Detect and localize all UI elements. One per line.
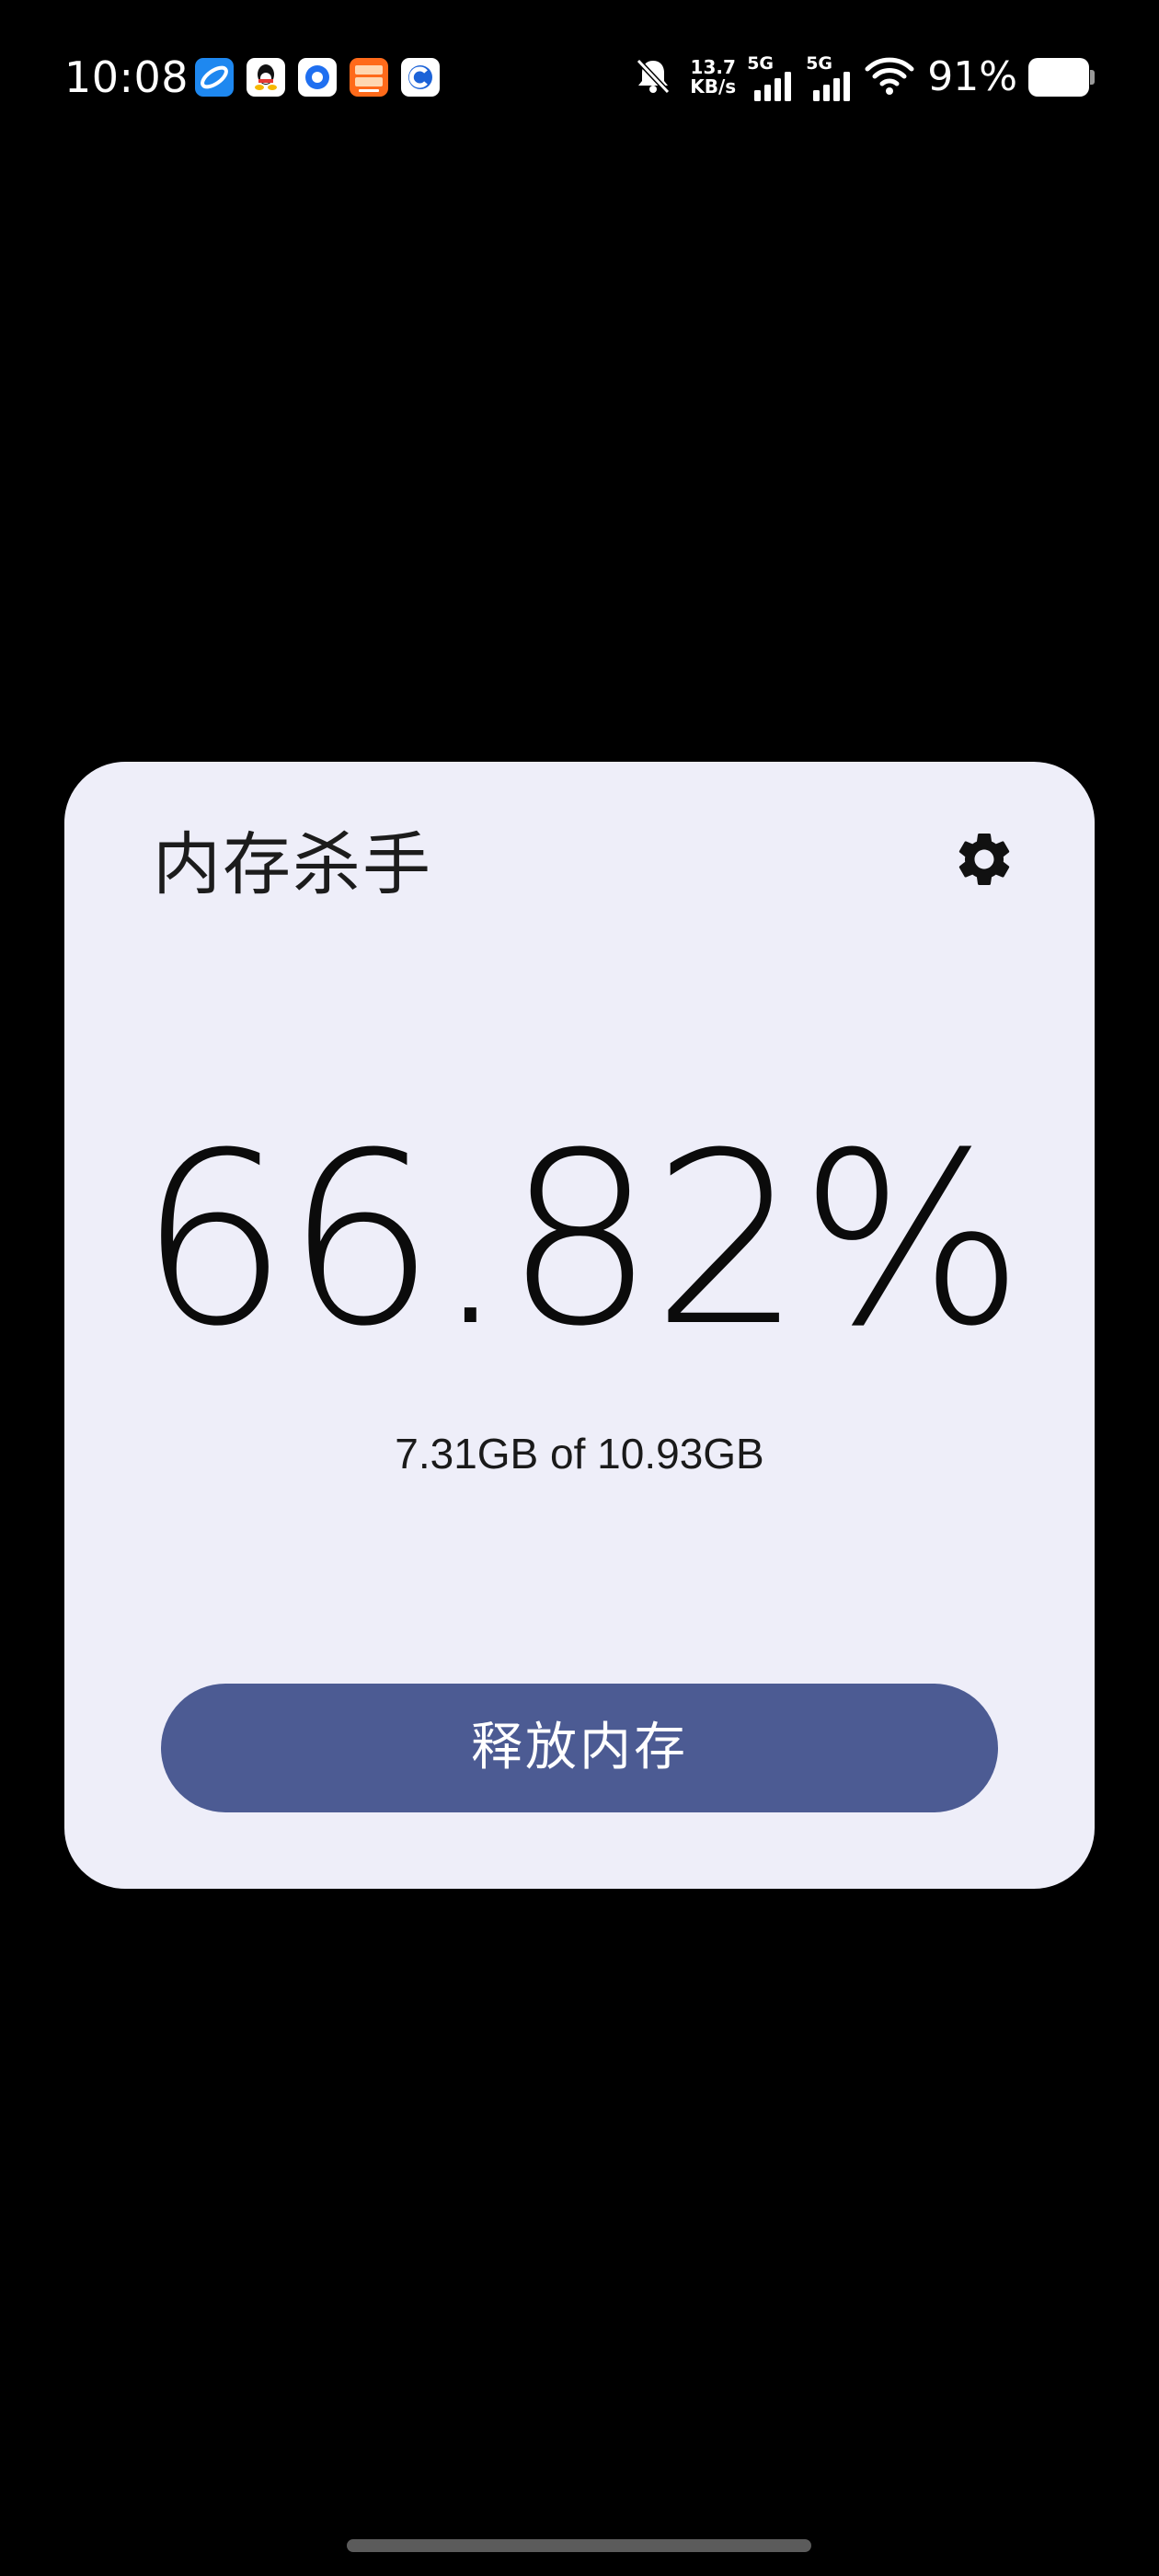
notification-icons <box>195 58 440 97</box>
widget-title: 内存杀手 <box>153 825 432 904</box>
sim1-signal: 5G <box>747 53 795 101</box>
battery-icon <box>1028 58 1095 97</box>
circle-app-icon <box>298 58 337 97</box>
sim2-signal: 5G <box>806 53 854 101</box>
browser-app-icon <box>195 58 234 97</box>
home-screen: 10:08 13.7 KB/s 5G 5G 91% 内存杀手 66.82% 7.… <box>0 0 1159 2576</box>
status-right: 13.7 KB/s 5G 5G 91% <box>633 53 1095 101</box>
taobao-flash-app-icon <box>350 58 388 97</box>
memory-usage-detail: 7.31GB of 10.93GB <box>395 1430 764 1478</box>
net-speed-unit: KB/s <box>690 75 737 98</box>
c-app-icon <box>401 58 440 97</box>
home-indicator[interactable] <box>347 2539 811 2552</box>
free-memory-button[interactable]: 释放内存 <box>161 1684 998 1812</box>
bell-off-icon <box>633 55 673 99</box>
settings-button[interactable] <box>949 826 1019 896</box>
signal-bars-icon <box>754 72 792 101</box>
status-bar: 10:08 13.7 KB/s 5G 5G 91% <box>0 0 1159 156</box>
net-speed-value: 13.7 <box>690 56 736 78</box>
sim1-label: 5G <box>747 53 775 74</box>
sim2-label: 5G <box>806 53 833 74</box>
battery-percent: 91% <box>927 53 1017 100</box>
signal-bars-icon <box>813 72 851 101</box>
net-speed: 13.7 KB/s <box>690 58 736 97</box>
qq-app-icon <box>247 58 285 97</box>
wifi-icon <box>865 55 914 99</box>
memory-usage-percent: 66.82% <box>138 1102 1025 1378</box>
status-time: 10:08 <box>64 52 189 102</box>
gear-icon <box>952 827 1016 895</box>
memory-widget-card: 内存杀手 66.82% 7.31GB of 10.93GB 释放内存 <box>64 762 1095 1889</box>
